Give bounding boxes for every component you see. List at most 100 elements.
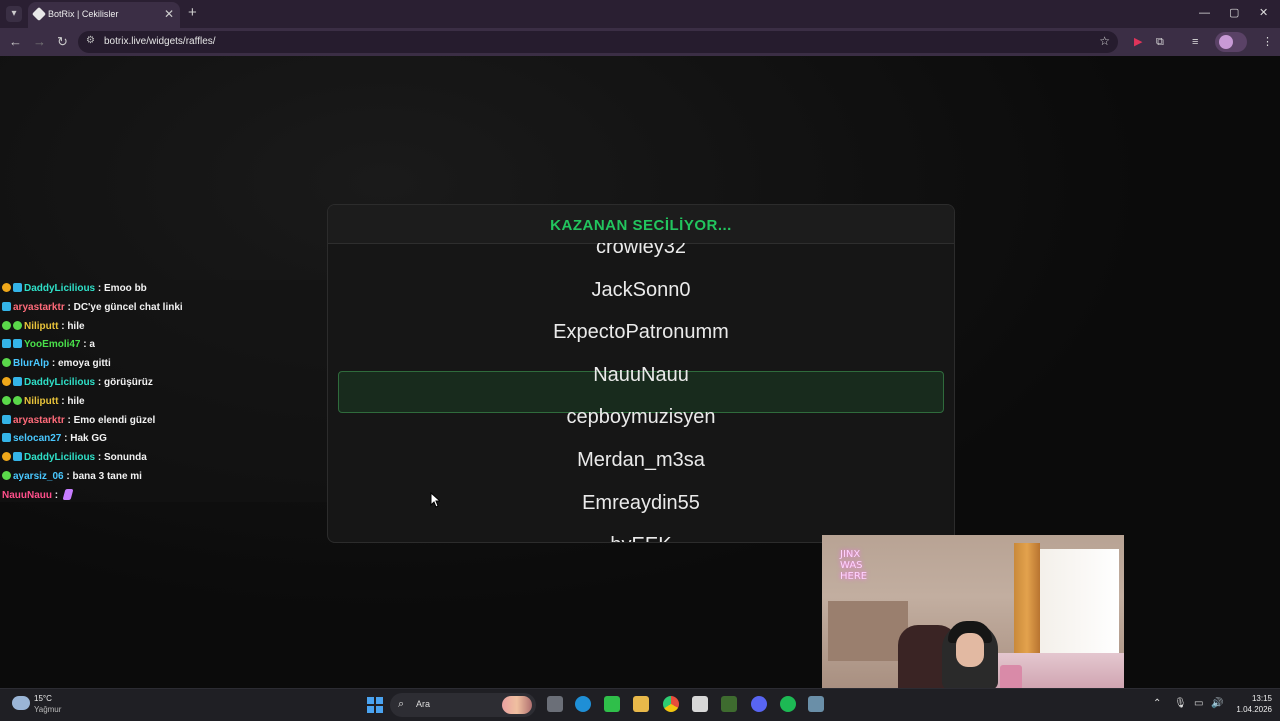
- raffle-name: cepboymuzisyen: [566, 406, 716, 429]
- task-view-icon[interactable]: [547, 696, 563, 712]
- raffle-name: JackSonn0: [591, 278, 691, 301]
- blue-badge-icon: [2, 301, 11, 311]
- green-app-icon[interactable]: [604, 696, 620, 712]
- start-button[interactable]: [367, 697, 383, 713]
- chat-message: NauuNauu :: [2, 487, 74, 505]
- chat-message: BlurAlp : emoya gitti: [2, 355, 111, 373]
- chat-message: DaddyLicilious : Emoo bb: [2, 280, 147, 298]
- gold-badge-icon: [2, 283, 11, 292]
- minimize-button[interactable]: —: [1199, 6, 1210, 20]
- chat-username[interactable]: ayarsiz_06: [13, 471, 64, 482]
- chat-text: : a: [80, 339, 95, 351]
- tray-chevron-icon[interactable]: ⌃: [1153, 697, 1161, 711]
- chat-username[interactable]: DaddyLicilious: [24, 283, 95, 294]
- gold-badge-icon: [2, 377, 11, 386]
- extensions-puzzle-icon[interactable]: ⧉: [1156, 35, 1164, 49]
- blue-badge-icon: [13, 283, 22, 292]
- network-icon[interactable]: ▭: [1194, 697, 1203, 711]
- bookmark-star-icon[interactable]: ☆: [1099, 34, 1110, 48]
- taskbar-search[interactable]: ⌕ Ara: [390, 693, 536, 717]
- chat-text: : DC'ye güncel chat linki: [64, 301, 183, 313]
- weather-temperature: 15°C: [34, 694, 52, 703]
- windows-taskbar: 15°C Yağmur ⌕ Ara ⌃ 🎙 ▭ 🔊 13:15 1.04.202…: [0, 688, 1280, 721]
- raffle-name-reel: crowley32 JackSonn0 ExpectoPatronumm NauuNa…: [328, 243, 954, 542]
- browser-tab[interactable]: BotRix | Cekilisler ✕: [28, 2, 180, 28]
- browser-toolbar: ← → ↻ ⚙ botrix.live/widgets/raffles/ ☆ ▶…: [0, 28, 1280, 56]
- new-tab-button[interactable]: +: [188, 5, 197, 21]
- chat-text: : Sonunda: [95, 452, 147, 464]
- green-badge-icon: [13, 320, 22, 330]
- minecraft-icon[interactable]: [721, 696, 737, 712]
- streamer-face: [956, 633, 984, 667]
- edge-icon[interactable]: [575, 696, 591, 712]
- tab-search-button[interactable]: ▾: [6, 6, 22, 22]
- cloud-rain-icon: [12, 696, 30, 710]
- spotify-icon[interactable]: [780, 696, 796, 712]
- raffle-header: KAZANAN SECİLİYOR...: [328, 205, 954, 244]
- microphone-icon[interactable]: 🎙: [1174, 697, 1187, 711]
- chat-text: : hile: [58, 395, 85, 407]
- tab-close-icon[interactable]: ✕: [164, 7, 174, 21]
- chat-message: Niliputt : hile: [2, 318, 85, 336]
- blue-badge-icon: [13, 377, 22, 386]
- blue-badge-icon: [13, 339, 22, 349]
- discord-icon[interactable]: [751, 696, 767, 712]
- chat-username[interactable]: aryastarktr: [13, 415, 65, 426]
- raffle-widget: KAZANAN SECİLİYOR... crowley32 JackSonn0 E…: [327, 204, 955, 543]
- botrix-favicon-icon: [31, 6, 47, 22]
- settings-app-icon[interactable]: [808, 696, 824, 712]
- extension-play-icon[interactable]: ▶: [1134, 35, 1142, 49]
- chat-text: : görüşürüz: [95, 377, 153, 388]
- profile-button[interactable]: [1215, 32, 1247, 52]
- address-bar[interactable]: ⚙ botrix.live/widgets/raffles/ ☆: [78, 31, 1118, 53]
- reload-icon[interactable]: ↻: [57, 34, 68, 50]
- chat-message: aryastarktr : Emo elendi güzel: [2, 412, 155, 430]
- chat-message: selocan27 : Hak GG: [2, 430, 107, 448]
- chrome-icon[interactable]: [663, 696, 679, 712]
- close-window-button[interactable]: ✕: [1259, 6, 1268, 20]
- file-explorer-icon[interactable]: [633, 696, 649, 712]
- media-control-icon[interactable]: ≡: [1192, 35, 1198, 49]
- chat-username[interactable]: Niliputt: [24, 321, 58, 332]
- forward-icon[interactable]: →: [33, 34, 46, 50]
- webcam-overlay: JINX WAS HERE: [822, 535, 1124, 690]
- chat-username[interactable]: BlurAlp: [13, 358, 49, 369]
- raffle-name: ExpectoPatronumm: [553, 321, 729, 344]
- chat-username[interactable]: aryastarktr: [13, 302, 65, 313]
- gold-badge-icon: [2, 452, 11, 462]
- store-icon[interactable]: [692, 696, 708, 712]
- chat-username[interactable]: YooEmoli47: [24, 339, 81, 350]
- mouse-cursor-icon: [430, 492, 440, 508]
- volume-icon[interactable]: 🔊: [1211, 697, 1223, 711]
- chat-text: :: [52, 489, 59, 501]
- chat-text: : bana 3 tane mi: [63, 471, 142, 482]
- chat-text: : hile: [58, 320, 85, 332]
- browser-menu-icon[interactable]: ⋮: [1262, 35, 1273, 49]
- chat-message: Niliputt : hile: [2, 393, 85, 411]
- browser-tab-bar: ▾ BotRix | Cekilisler ✕ + — ▢ ✕: [0, 0, 1280, 28]
- maximize-button[interactable]: ▢: [1229, 6, 1239, 20]
- raffle-name: NauuNauu: [593, 363, 689, 386]
- green-badge-icon: [13, 395, 22, 405]
- chat-message: DaddyLicilious : Sonunda: [2, 449, 147, 467]
- avatar: [1219, 35, 1233, 49]
- blue-badge-icon: [13, 452, 22, 462]
- chat-username[interactable]: DaddyLicilious: [24, 377, 95, 388]
- chat-text: : Emo elendi güzel: [64, 414, 156, 426]
- back-icon[interactable]: ←: [9, 34, 22, 50]
- address-url[interactable]: botrix.live/widgets/raffles/: [104, 36, 216, 47]
- chat-text: : emoya gitti: [49, 358, 111, 370]
- raffle-name: Emreaydin55: [582, 491, 700, 514]
- chat-username[interactable]: DaddyLicilious: [24, 452, 95, 463]
- green-badge-icon: [2, 395, 11, 405]
- site-info-icon[interactable]: ⚙: [86, 35, 95, 46]
- chat-message: DaddyLicilious : görüşürüz: [2, 374, 153, 392]
- search-highlight-icon: [502, 696, 532, 714]
- clock-time: 13:15: [1251, 694, 1272, 703]
- chat-message: ayarsiz_06 : bana 3 tane mi: [2, 468, 142, 486]
- chat-username[interactable]: NauuNauu: [2, 490, 52, 501]
- green-badge-icon: [2, 358, 11, 368]
- chat-username[interactable]: selocan27: [13, 433, 61, 444]
- clock-date: 1.04.2026: [1236, 705, 1272, 714]
- chat-username[interactable]: Niliputt: [24, 396, 58, 407]
